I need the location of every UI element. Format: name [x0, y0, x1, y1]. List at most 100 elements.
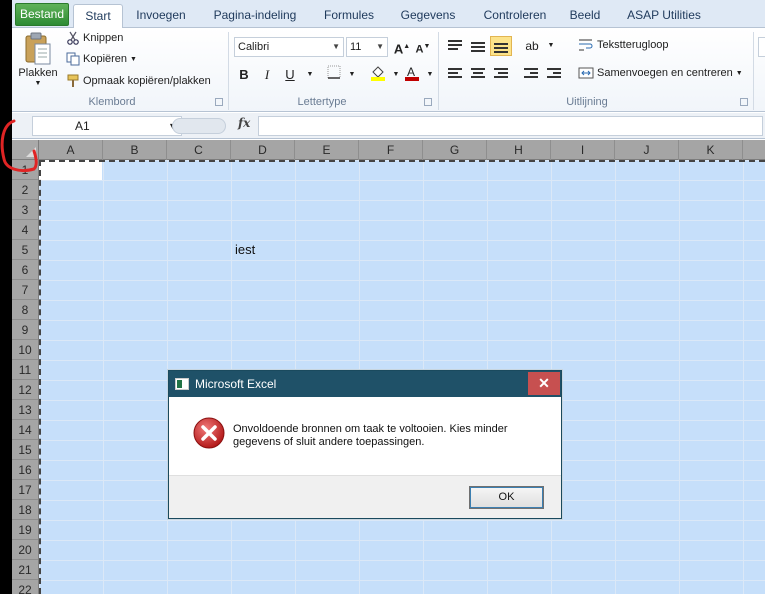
tab-asap-utilities[interactable]: ASAP Utilities: [616, 4, 712, 28]
formula-bar: A1 ▼ fx: [12, 113, 765, 139]
formula-bar-splitter[interactable]: [172, 118, 226, 134]
row-header-17[interactable]: 17: [12, 480, 38, 500]
tab-view[interactable]: Beeld: [562, 4, 608, 28]
align-bottom-button[interactable]: [490, 36, 512, 56]
row-header-18[interactable]: 18: [12, 500, 38, 520]
formula-input[interactable]: [258, 116, 763, 136]
bold-button[interactable]: B: [234, 65, 254, 85]
row-header-20[interactable]: 20: [12, 540, 38, 560]
row-header-7[interactable]: 7: [12, 280, 38, 300]
row-header-16[interactable]: 16: [12, 460, 38, 480]
dialog-titlebar[interactable]: Microsoft Excel ✕: [169, 371, 561, 397]
format-painter-icon: [67, 74, 79, 87]
column-header-b[interactable]: B: [103, 140, 167, 160]
align-left-icon[interactable]: [448, 68, 462, 80]
italic-button[interactable]: I: [257, 65, 277, 85]
copy-button[interactable]: Kopiëren ▼: [66, 52, 137, 66]
column-header-d[interactable]: D: [231, 140, 295, 160]
column-header-i[interactable]: I: [551, 140, 615, 160]
tab-home[interactable]: Start: [73, 4, 123, 29]
font-dialog-launcher-icon[interactable]: [424, 98, 432, 106]
borders-dropdown-icon[interactable]: ▼: [342, 65, 362, 85]
decrease-indent-icon[interactable]: [524, 68, 538, 80]
row-header-4[interactable]: 4: [12, 220, 38, 240]
row-header-10[interactable]: 10: [12, 340, 38, 360]
clipboard-dialog-launcher-icon[interactable]: [215, 98, 223, 106]
tab-formulas[interactable]: Formules: [314, 4, 384, 28]
column-headers: ABCDEFGHIJK: [39, 140, 765, 160]
error-icon: [193, 417, 225, 449]
grow-font-icon[interactable]: A▲: [392, 37, 412, 57]
column-header-c[interactable]: C: [167, 140, 231, 160]
row-header-1[interactable]: 1: [12, 160, 38, 180]
row-header-12[interactable]: 12: [12, 380, 38, 400]
group-separator: [438, 32, 439, 110]
orientation-dropdown-icon[interactable]: ▼: [541, 36, 561, 56]
font-size-combo[interactable]: 11 ▼: [346, 37, 388, 57]
row-header-15[interactable]: 15: [12, 440, 38, 460]
merge-center-button[interactable]: Samenvoegen en centreren ▼: [578, 66, 743, 80]
column-header-a[interactable]: A: [39, 140, 103, 160]
ribbon-tabbar: Bestand Start Invoegen Pagina-indeling F…: [12, 0, 765, 29]
align-top-icon[interactable]: [448, 40, 462, 52]
copy-dropdown-icon[interactable]: ▼: [130, 56, 137, 63]
underline-button[interactable]: U: [280, 65, 300, 85]
row-header-6[interactable]: 6: [12, 260, 38, 280]
tab-file[interactable]: Bestand: [15, 3, 69, 26]
orientation-icon[interactable]: ab: [522, 36, 542, 56]
font-name-combo[interactable]: Calibri ▼: [234, 37, 344, 57]
paste-dropdown-icon[interactable]: ▼: [35, 80, 42, 87]
row-header-2[interactable]: 2: [12, 180, 38, 200]
underline-dropdown-icon[interactable]: ▼: [300, 65, 320, 85]
name-box[interactable]: A1 ▼: [32, 116, 182, 136]
align-bottom-icon: [494, 43, 508, 55]
tab-page-layout[interactable]: Pagina-indeling: [202, 4, 308, 28]
column-header-e[interactable]: E: [295, 140, 359, 160]
column-header-g[interactable]: G: [423, 140, 487, 160]
tab-data[interactable]: Gegevens: [390, 4, 466, 28]
row-header-22[interactable]: 22: [12, 580, 38, 594]
fill-color-button[interactable]: [368, 65, 388, 85]
column-header-f[interactable]: F: [359, 140, 423, 160]
increase-indent-icon[interactable]: [547, 68, 561, 80]
alignment-dialog-launcher-icon[interactable]: [740, 98, 748, 106]
cell-d5[interactable]: iest: [232, 240, 296, 260]
select-all-button[interactable]: [12, 140, 39, 160]
column-header-j[interactable]: J: [615, 140, 679, 160]
cut-button[interactable]: Knippen: [66, 31, 123, 45]
row-header-21[interactable]: 21: [12, 560, 38, 580]
column-header-k[interactable]: K: [679, 140, 743, 160]
row-header-13[interactable]: 13: [12, 400, 38, 420]
borders-button[interactable]: [324, 65, 344, 85]
ribbon: Plakken ▼ Knippen Kopiëren ▼ Opmaak kopi…: [12, 28, 765, 112]
active-cell-a1[interactable]: [39, 160, 102, 180]
row-header-5[interactable]: 5: [12, 240, 38, 260]
row-header-11[interactable]: 11: [12, 360, 38, 380]
font-color-dropdown-icon[interactable]: ▼: [420, 65, 440, 85]
align-center-icon[interactable]: [471, 68, 485, 80]
tab-review[interactable]: Controleren: [470, 4, 560, 28]
shrink-font-icon[interactable]: A▼: [413, 37, 433, 57]
row-header-8[interactable]: 8: [12, 300, 38, 320]
row-header-19[interactable]: 19: [12, 520, 38, 540]
row-header-9[interactable]: 9: [12, 320, 38, 340]
number-format-combo[interactable]: [758, 37, 765, 57]
paste-button[interactable]: Plakken ▼: [18, 32, 58, 87]
merge-cells-icon: [578, 67, 594, 79]
row-header-3[interactable]: 3: [12, 200, 38, 220]
font-size-value: 11: [350, 41, 362, 53]
ok-button[interactable]: OK: [469, 486, 544, 509]
dialog-message: Onvoldoende bronnen om taak te voltooien…: [233, 423, 508, 448]
copy-icon: [66, 52, 80, 66]
column-header-h[interactable]: H: [487, 140, 551, 160]
merge-dropdown-icon[interactable]: ▼: [736, 70, 743, 77]
insert-function-icon[interactable]: fx: [238, 116, 250, 130]
align-middle-icon[interactable]: [471, 42, 485, 54]
font-color-button[interactable]: A: [402, 65, 422, 85]
dialog-close-button[interactable]: ✕: [528, 372, 560, 395]
wrap-text-button[interactable]: Tekstterugloop: [578, 38, 669, 52]
row-header-14[interactable]: 14: [12, 420, 38, 440]
tab-insert[interactable]: Invoegen: [128, 4, 194, 28]
align-right-icon[interactable]: [494, 68, 508, 80]
format-painter-button[interactable]: Opmaak kopiëren/plakken: [66, 74, 211, 88]
